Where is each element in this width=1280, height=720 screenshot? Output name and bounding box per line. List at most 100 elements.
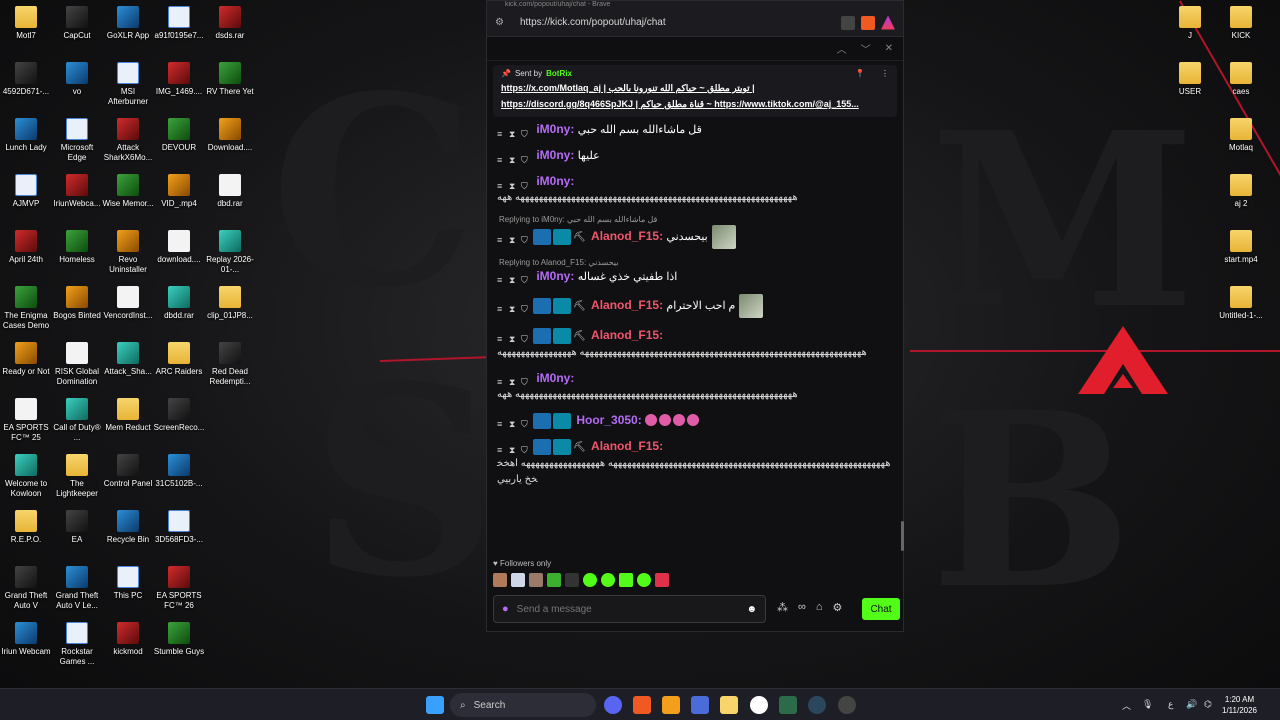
desktop-icon[interactable]: kickmod <box>102 622 154 657</box>
desktop-icon[interactable]: Lunch Lady <box>0 118 52 153</box>
desktop-icon[interactable]: Attack SharkX6Mo... <box>102 118 154 163</box>
teams-icon[interactable] <box>691 696 709 714</box>
desktop-icon[interactable]: Recycle Bin <box>102 510 154 545</box>
system-clock[interactable]: 1:20 AM 1/11/2026 <box>1222 694 1257 716</box>
desktop-icon[interactable]: EA SPORTS FC™ 25 <box>0 398 52 443</box>
desktop-icon[interactable]: EA <box>51 510 103 545</box>
desktop-icon[interactable]: Replay 2026-01-... <box>204 230 256 275</box>
pinned-line-2[interactable]: https://discord.gg/8q466SpJKJ | قناة مطل… <box>501 98 889 110</box>
infinity-icon[interactable]: ∞ <box>798 601 806 614</box>
chevron-down-icon[interactable]: ﹀ <box>861 41 871 56</box>
steam-icon[interactable] <box>808 696 826 714</box>
emote-icon[interactable] <box>529 573 543 587</box>
desktop-icon[interactable]: a91f0195e7... <box>153 6 205 41</box>
desktop-icon[interactable]: The Lightkeeper <box>51 454 103 499</box>
desktop-icon[interactable]: Wise Memor... <box>102 174 154 209</box>
desktop-icon[interactable]: 4592D671-... <box>0 62 52 97</box>
desktop-icon[interactable]: aj 2 <box>1215 174 1267 209</box>
chat-send-button[interactable]: Chat <box>862 598 900 620</box>
desktop-icon[interactable]: dbdd.rar <box>153 286 205 321</box>
brave-rewards-icon[interactable] <box>881 15 895 30</box>
username[interactable]: iM0ny <box>536 269 570 283</box>
username[interactable]: Alanod_F15 <box>591 439 659 453</box>
desktop-icon[interactable]: Bogos Binted <box>51 286 103 321</box>
emote-icon[interactable] <box>565 573 579 587</box>
desktop-icon[interactable]: Ready or Not <box>0 342 52 377</box>
desktop-icon[interactable]: Mem Reduct <box>102 398 154 433</box>
desktop-icon[interactable]: 31C5102B-... <box>153 454 205 489</box>
desktop-icon[interactable]: Untitled-1-... <box>1215 286 1267 321</box>
microphone-icon[interactable]: 🎙 <box>1142 699 1153 710</box>
desktop-icon[interactable]: Download.... <box>204 118 256 153</box>
taskbar-search[interactable]: ⌕ Search <box>450 693 596 717</box>
kick-points-icon[interactable]: ⁂ <box>777 601 788 614</box>
desktop-icon[interactable]: ARC Raiders <box>153 342 205 377</box>
volume-icon[interactable]: 🔊 <box>1186 699 1197 710</box>
chevron-up-icon[interactable]: ︿ <box>1122 699 1131 712</box>
username[interactable]: Alanod_F15 <box>591 229 659 243</box>
discord-icon[interactable] <box>604 696 622 714</box>
chevron-up-icon[interactable]: ︿ <box>837 41 847 56</box>
desktop-icon[interactable]: VID_.mp4 <box>153 174 205 209</box>
emote-icon[interactable] <box>601 573 615 587</box>
username[interactable]: iM0ny <box>536 122 570 136</box>
pinned-line-1[interactable]: https://x.com/Motlaq_aj | تويتر مطلق ~ ح… <box>501 82 889 94</box>
desktop-icon[interactable]: Revo Uninstaller <box>102 230 154 275</box>
desktop-icon[interactable]: This PC <box>102 566 154 601</box>
desktop-icon[interactable]: R.E.P.O. <box>0 510 52 545</box>
desktop-icon[interactable]: Welcome to Kowloon <box>0 454 52 499</box>
desktop-icon[interactable]: CapCut <box>51 6 103 41</box>
desktop-icon[interactable]: Call of Duty® ... <box>51 398 103 443</box>
chat-settings-icon[interactable]: ⚙ <box>833 601 843 614</box>
desktop-icon[interactable]: IMG_1469.... <box>153 62 205 97</box>
emote-icon[interactable] <box>619 573 633 587</box>
desktop-icon[interactable]: dsds.rar <box>204 6 256 41</box>
gift-icon[interactable]: ⌂ <box>816 601 823 614</box>
file-explorer-icon[interactable] <box>720 696 738 714</box>
chat-scrollbar[interactable] <box>901 521 904 551</box>
language-indicator[interactable]: ع <box>1168 699 1173 710</box>
more-icon[interactable]: ⋮ <box>881 69 889 78</box>
username[interactable]: iM0ny <box>536 371 570 385</box>
desktop-icon[interactable]: download.... <box>153 230 205 265</box>
emote-icon[interactable] <box>547 573 561 587</box>
reply-context[interactable]: Replying to Alanod_F15: بيحسدني <box>499 258 893 267</box>
reply-context[interactable]: Replying to iM0ny: قل ماشاءالله بسم الله… <box>499 215 893 224</box>
desktop-icon[interactable]: 3D568FD3-... <box>153 510 205 545</box>
username[interactable]: iM0ny <box>536 174 570 188</box>
message-input[interactable] <box>516 603 747 615</box>
desktop-icon[interactable]: Grand Theft Auto V <box>0 566 52 611</box>
app-icon[interactable] <box>662 696 680 714</box>
desktop-icon[interactable]: EA SPORTS FC™ 26 <box>153 566 205 611</box>
desktop-icon[interactable]: Control Panel <box>102 454 154 489</box>
desktop-icon[interactable]: VencordInst... <box>102 286 154 321</box>
desktop-icon[interactable]: Attack_Sha... <box>102 342 154 377</box>
network-icon[interactable]: ⌬ <box>1204 699 1212 710</box>
brave-icon[interactable] <box>633 696 651 714</box>
desktop-icon[interactable]: caes <box>1215 62 1267 97</box>
desktop-icon[interactable]: Microsoft Edge <box>51 118 103 163</box>
desktop-icon[interactable]: RISK Global Domination <box>51 342 103 387</box>
desktop-icon[interactable]: start.mp4 <box>1215 230 1267 265</box>
close-icon[interactable]: ✕ <box>885 43 893 54</box>
desktop-icon[interactable]: IriunWebca... <box>51 174 103 209</box>
desktop-icon[interactable]: Rockstar Games ... <box>51 622 103 667</box>
desktop-icon[interactable]: J <box>1164 6 1216 41</box>
emote-icon[interactable] <box>637 573 651 587</box>
desktop-icon[interactable]: April 24th <box>0 230 52 265</box>
app-icon[interactable] <box>838 696 856 714</box>
desktop-icon[interactable]: Stumble Guys <box>153 622 205 657</box>
desktop-icon[interactable]: DEVOUR <box>153 118 205 153</box>
desktop-icon[interactable]: ScreenReco... <box>153 398 205 433</box>
reader-mode-icon[interactable] <box>841 15 855 30</box>
desktop-icon[interactable]: vo <box>51 62 103 97</box>
goxlr-icon[interactable] <box>779 696 797 714</box>
username[interactable]: iM0ny <box>536 148 570 162</box>
desktop-icon[interactable]: Iriun Webcam <box>0 622 52 657</box>
desktop-icon[interactable]: Motl7 <box>0 6 52 41</box>
windows-start-icon[interactable] <box>426 696 444 714</box>
emoji-icon[interactable]: ☻ <box>746 604 757 615</box>
desktop-icon[interactable]: USER <box>1164 62 1216 97</box>
desktop-icon[interactable]: clip_01JP8... <box>204 286 256 321</box>
desktop-icon[interactable]: AJMVP <box>0 174 52 209</box>
